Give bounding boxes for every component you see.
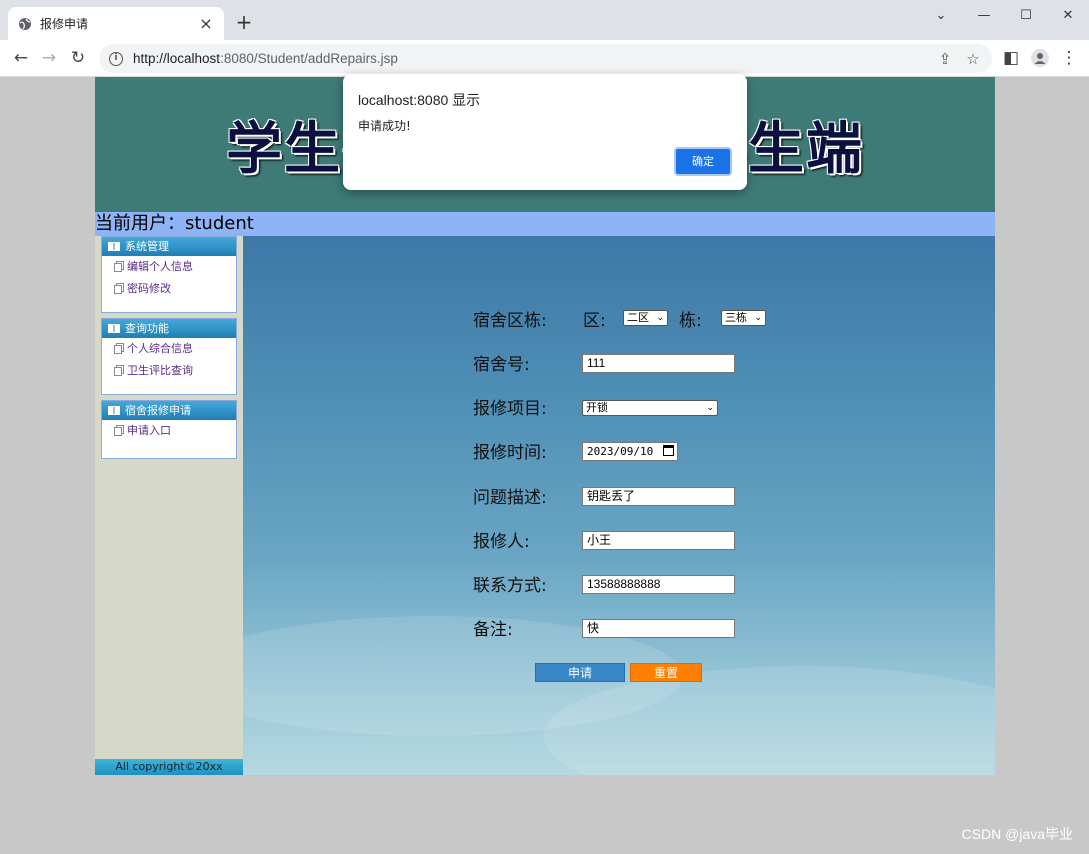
room-input[interactable]: 111 bbox=[582, 354, 735, 373]
date-input[interactable]: 2023/09/10 bbox=[582, 442, 678, 461]
close-window-icon[interactable]: ✕ bbox=[1047, 0, 1089, 30]
sidebar: 系统管理 编辑个人信息 密码修改 查询功能 个人综合信息 卫生评比查询 宿舍报修… bbox=[95, 236, 243, 775]
building-label: 栋: bbox=[679, 310, 702, 331]
room-label: 宿舍号: bbox=[473, 354, 530, 375]
maximize-icon[interactable]: ☐ bbox=[1005, 0, 1047, 30]
sidebar-item-personal-info[interactable]: 个人综合信息 bbox=[102, 338, 236, 360]
menu-group-header[interactable]: 宿舍报修申请 bbox=[102, 401, 236, 420]
calendar-icon[interactable] bbox=[663, 445, 674, 456]
item-select[interactable]: 开锁 ⌄ bbox=[582, 400, 718, 416]
page-icon bbox=[114, 426, 122, 436]
address-bar[interactable]: i http://localhost:8080/Student/addRepai… bbox=[99, 44, 992, 73]
copyright-footer: All copyright©20xx bbox=[95, 759, 243, 775]
contact-input[interactable]: 13588888888 bbox=[582, 575, 735, 594]
browser-tab[interactable]: 报修申请 × bbox=[8, 7, 224, 40]
submit-button[interactable]: 申请 bbox=[535, 663, 625, 682]
dialog-message: 申请成功! bbox=[358, 119, 411, 133]
menu-group-query: 查询功能 个人综合信息 卫生评比查询 bbox=[101, 318, 237, 395]
desc-label: 问题描述: bbox=[473, 487, 547, 508]
book-icon bbox=[108, 406, 120, 415]
note-label: 备注: bbox=[473, 619, 513, 640]
side-panel-icon[interactable]: ◧ bbox=[999, 46, 1023, 70]
time-label: 报修时间: bbox=[473, 442, 547, 463]
sidebar-item-apply-entry[interactable]: 申请入口 bbox=[102, 420, 236, 442]
reporter-input[interactable]: 小王 bbox=[582, 531, 735, 550]
profile-avatar-icon[interactable] bbox=[1028, 46, 1052, 70]
description-input[interactable]: 钥匙丢了 bbox=[582, 487, 735, 506]
url-text[interactable]: http://localhost:8080/Student/addRepairs… bbox=[133, 51, 398, 66]
minimize-icon[interactable]: — bbox=[963, 0, 1005, 30]
area-label: 宿舍区栋: bbox=[473, 310, 547, 331]
menu-group-header[interactable]: 系统管理 bbox=[102, 237, 236, 256]
book-icon bbox=[108, 324, 120, 333]
menu-group-repair: 宿舍报修申请 申请入口 bbox=[101, 400, 237, 459]
tab-search-icon[interactable]: ⌄ bbox=[920, 0, 962, 30]
form-row-item: 报修项目: bbox=[473, 394, 583, 419]
watermark: CSDN @java毕业 bbox=[961, 826, 1073, 842]
chevron-down-icon: ⌄ bbox=[754, 313, 762, 323]
forward-icon[interactable]: → bbox=[37, 46, 61, 70]
page-icon bbox=[114, 284, 122, 294]
form-row-desc: 问题描述: bbox=[473, 483, 583, 508]
reset-button[interactable]: 重置 bbox=[630, 663, 702, 682]
page-icon bbox=[114, 262, 122, 272]
page-icon bbox=[114, 344, 122, 354]
page-icon bbox=[114, 366, 122, 376]
back-icon[interactable]: ← bbox=[9, 46, 33, 70]
building-select[interactable]: 三栋 ⌄ bbox=[721, 310, 766, 326]
contact-label: 联系方式: bbox=[473, 575, 547, 596]
dialog-title: localhost:8080 显示 bbox=[358, 92, 481, 108]
reload-icon[interactable]: ↻ bbox=[66, 46, 90, 70]
current-user-bar: 当前用户：student bbox=[95, 212, 995, 236]
form-row-room: 宿舍号: bbox=[473, 350, 583, 375]
item-label: 报修项目: bbox=[473, 398, 547, 419]
sidebar-item-change-password[interactable]: 密码修改 bbox=[102, 278, 236, 300]
sidebar-item-edit-profile[interactable]: 编辑个人信息 bbox=[102, 256, 236, 278]
bookmark-star-icon[interactable]: ☆ bbox=[965, 50, 981, 68]
book-icon bbox=[108, 242, 120, 251]
form-row-contact: 联系方式: bbox=[473, 571, 583, 596]
menu-group-header[interactable]: 查询功能 bbox=[102, 319, 236, 338]
share-icon[interactable]: ⇪ bbox=[937, 50, 953, 68]
chevron-down-icon: ⌄ bbox=[706, 403, 714, 413]
browser-tab-strip: 报修申请 × + ⌄ — ☐ ✕ bbox=[0, 0, 1089, 40]
repair-form-area: 宿舍区栋: 区: 二区 ⌄ 栋: 三栋 ⌄ 宿舍号: 111 报修项目: 开锁 ⌄ 报… bbox=[243, 236, 995, 775]
globe-icon bbox=[19, 17, 31, 30]
reporter-label: 报修人: bbox=[473, 531, 530, 552]
note-input[interactable]: 快 bbox=[582, 619, 735, 638]
form-row-note: 备注: bbox=[473, 615, 583, 640]
zone-label: 区: bbox=[583, 310, 606, 331]
ok-button[interactable]: 确定 bbox=[674, 147, 732, 176]
form-row-time: 报修时间: bbox=[473, 438, 583, 463]
chevron-down-icon: ⌄ bbox=[656, 313, 664, 323]
browser-toolbar: ← → ↻ i http://localhost:8080/Student/ad… bbox=[0, 40, 1089, 77]
close-tab-icon[interactable]: × bbox=[198, 15, 214, 32]
menu-kebab-icon[interactable]: ⋮ bbox=[1057, 46, 1081, 70]
form-row-area: 宿舍区栋: 区: 二区 ⌄ 栋: 三栋 ⌄ bbox=[473, 306, 953, 331]
new-tab-button[interactable]: + bbox=[232, 11, 256, 35]
tab-title: 报修申请 bbox=[40, 17, 89, 31]
sidebar-item-hygiene-query[interactable]: 卫生评比查询 bbox=[102, 360, 236, 382]
form-row-reporter: 报修人: bbox=[473, 527, 583, 552]
menu-group-system: 系统管理 编辑个人信息 密码修改 bbox=[101, 236, 237, 313]
site-info-icon[interactable]: i bbox=[109, 51, 123, 66]
zone-select[interactable]: 二区 ⌄ bbox=[623, 310, 668, 326]
alert-dialog: localhost:8080 显示 申请成功! 确定 bbox=[343, 74, 747, 190]
